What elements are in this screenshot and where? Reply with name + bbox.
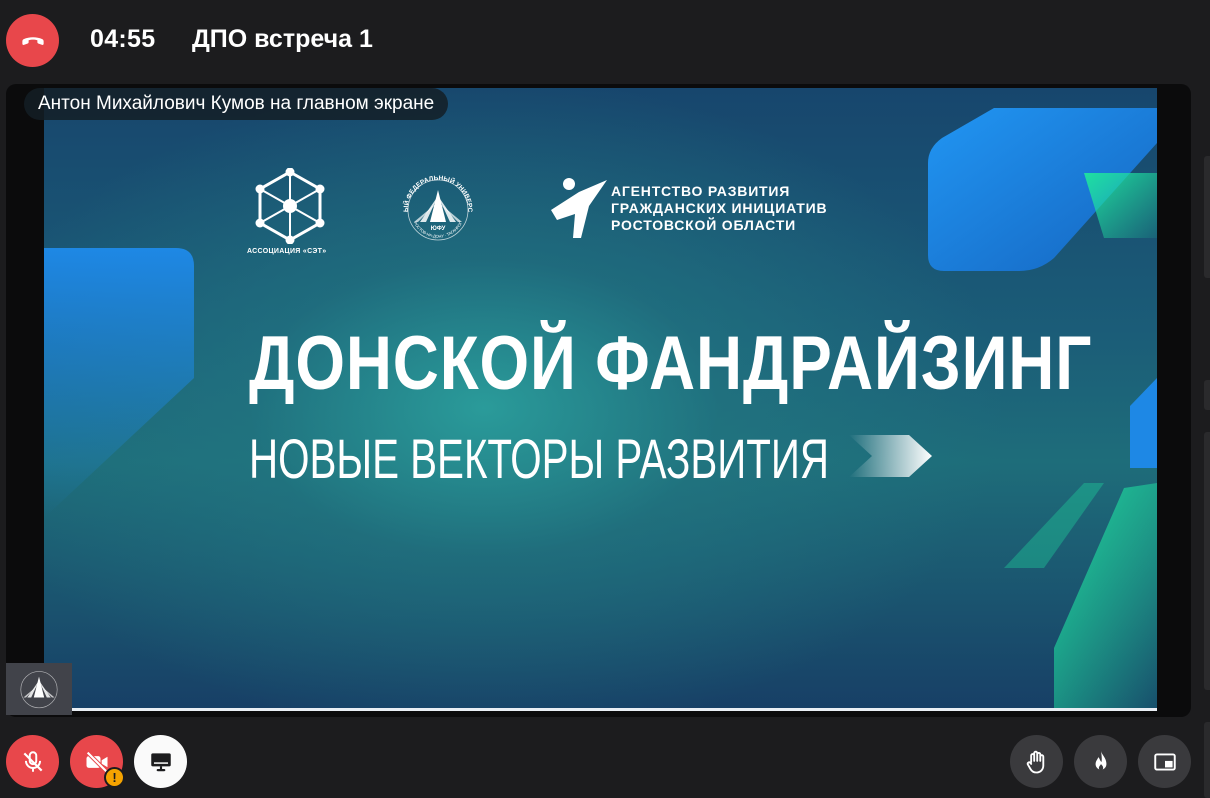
- end-call-button[interactable]: [6, 14, 59, 67]
- call-header: 04:55 ДПО встреча 1: [0, 0, 1210, 82]
- screen-share-button[interactable]: [134, 735, 187, 788]
- main-stage[interactable]: Антон Михайлович Кумов на главном экране: [6, 84, 1191, 717]
- presenter-label: Антон Михайлович Кумов на главном экране: [24, 88, 449, 120]
- side-panel-handle[interactable]: [1204, 380, 1210, 410]
- side-panel-handle[interactable]: [1204, 156, 1210, 278]
- agency-line-1: АГЕНТСТВО РАЗВИТИЯ: [611, 183, 791, 199]
- monitor-icon: [150, 752, 171, 771]
- agency-line-2: ГРАЖДАНСКИХ ИНИЦИАТИВ: [611, 200, 828, 216]
- phone-hangup-icon: [21, 36, 44, 45]
- association-caption: АССОЦИАЦИЯ «СЭТ»: [247, 248, 327, 255]
- reactions-button[interactable]: [1074, 735, 1127, 788]
- warning-icon: !: [104, 767, 125, 788]
- shared-screen-slide: АССОЦИАЦИЯ «СЭТ» ЮФУ ЮЖНЫЙ ФЕДЕРАЛЬНЫЙ У…: [44, 88, 1157, 711]
- university-logo-thumbnail: [20, 671, 58, 709]
- meeting-title: ДПО встреча 1: [192, 25, 373, 53]
- hand-icon: [1026, 750, 1044, 773]
- fire-icon: [1095, 750, 1106, 770]
- side-panel-handle[interactable]: [1204, 432, 1210, 690]
- slide-title: ДОНСКОЙ ФАНДРАЙЗИНГ: [249, 321, 1093, 406]
- university-abbr: ЮФУ: [431, 226, 446, 232]
- university-logo: ЮФУ ЮЖНЫЙ ФЕДЕРАЛЬНЫЙ УНИВЕРСИТЕТ РОСТОВ…: [398, 170, 473, 241]
- association-logo: [255, 168, 325, 244]
- call-timer: 04:55: [90, 25, 156, 53]
- slide-subtitle: НОВЫЕ ВЕКТОРЫ РАЗВИТИЯ: [249, 427, 829, 490]
- self-view-thumbnail[interactable]: [6, 663, 72, 715]
- slide-divider: [44, 708, 1157, 711]
- raise-hand-button[interactable]: [1010, 735, 1063, 788]
- side-panel-handle[interactable]: [1204, 722, 1210, 798]
- picture-in-picture-button[interactable]: [1138, 735, 1191, 788]
- mic-toggle-button[interactable]: [6, 735, 59, 788]
- agency-name: АГЕНТСТВО РАЗВИТИЯ ГРАЖДАНСКИХ ИНИЦИАТИВ…: [611, 183, 827, 234]
- agency-logo-figure: [551, 178, 607, 238]
- camera-toggle-button[interactable]: !: [70, 735, 125, 788]
- picture-in-picture-icon: [1153, 752, 1176, 771]
- mic-off-icon: [23, 750, 42, 772]
- agency-line-3: РОСТОВСКОЙ ОБЛАСТИ: [611, 217, 796, 233]
